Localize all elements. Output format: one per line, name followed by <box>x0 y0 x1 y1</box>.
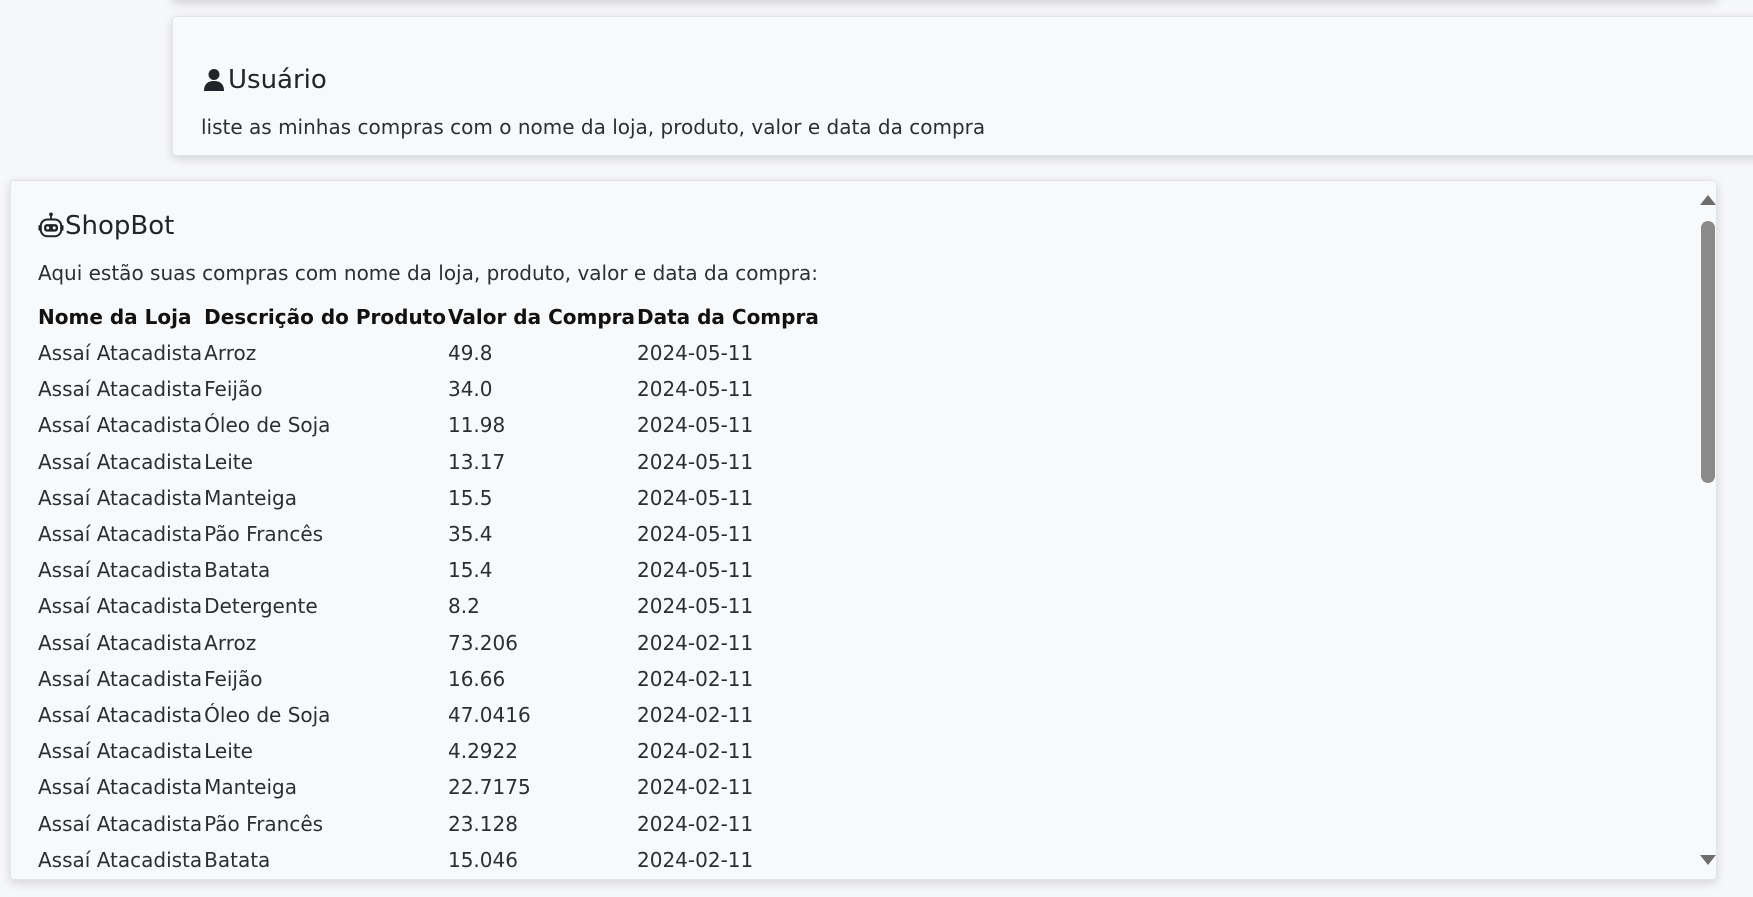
cell-date: 2024-05-11 <box>637 558 754 583</box>
cell-value: 16.66 <box>447 666 506 691</box>
column-header-product: Descrição do Produto <box>204 305 446 329</box>
bot-message-title: ShopBot <box>65 211 175 241</box>
cell-date: 2024-02-11 <box>637 702 754 727</box>
column-header-value: Valor da Compra <box>447 305 635 329</box>
table-row: Assaí Atacadista Pão Francês 35.4 2024-0… <box>38 516 821 552</box>
purchases-table-container: Nome da Loja Descrição do Produto Valor … <box>38 299 1678 878</box>
cell-store: Assaí Atacadista <box>38 847 203 872</box>
cell-value: 23.128 <box>447 811 518 836</box>
user-message-text: liste as minhas compras com o nome da lo… <box>201 115 986 139</box>
table-row: Assaí Atacadista Detergente 8.2 2024-05-… <box>38 588 821 624</box>
robot-icon <box>38 211 64 241</box>
cell-store: Assaí Atacadista <box>38 341 203 366</box>
column-header-store: Nome da Loja <box>38 305 192 329</box>
table-row: Assaí Atacadista Leite 4.2922 2024-02-11 <box>38 733 821 769</box>
cell-store: Assaí Atacadista <box>38 666 203 691</box>
cell-product: Pão Francês <box>204 522 324 547</box>
cell-store: Assaí Atacadista <box>38 702 203 727</box>
cell-date: 2024-02-11 <box>637 811 754 836</box>
bot-message-card[interactable]: ShopBot Aqui estão suas compras com nome… <box>10 180 1717 880</box>
table-row: Assaí Atacadista Manteiga 15.5 2024-05-1… <box>38 480 821 516</box>
cell-product: Batata <box>204 847 271 872</box>
cell-store: Assaí Atacadista <box>38 811 203 836</box>
cell-product: Óleo de Soja <box>204 413 331 438</box>
table-row: Assaí Atacadista Arroz 73.206 2024-02-11 <box>38 625 821 661</box>
cell-product: Pão Francês <box>204 811 324 836</box>
table-row: Assaí Atacadista Feijão 34.0 2024-05-11 <box>38 371 821 407</box>
table-header-row: Nome da Loja Descrição do Produto Valor … <box>38 299 821 335</box>
cell-date: 2024-05-11 <box>637 449 754 474</box>
cell-store: Assaí Atacadista <box>38 558 203 583</box>
table-row: Assaí Atacadista Leite 13.17 2024-05-11 <box>38 444 821 480</box>
cell-value: 49.8 <box>447 341 493 366</box>
cell-product: Manteiga <box>204 775 297 800</box>
cell-product: Leite <box>204 449 253 474</box>
cell-value: 13.17 <box>447 449 506 474</box>
cell-date: 2024-02-11 <box>637 775 754 800</box>
cell-store: Assaí Atacadista <box>38 522 203 547</box>
table-row: Assaí Atacadista Batata 15.4 2024-05-11 <box>38 552 821 588</box>
cell-value: 34.0 <box>447 377 493 402</box>
scroll-up-arrow-icon[interactable] <box>1700 195 1716 205</box>
user-message-card: Usuário liste as minhas compras com o no… <box>172 16 1753 156</box>
table-row: Assaí Atacadista Feijão 16.66 2024-02-11 <box>38 661 821 697</box>
cell-store: Assaí Atacadista <box>38 485 203 510</box>
table-row: Assaí Atacadista Óleo de Soja 11.98 2024… <box>38 407 821 443</box>
table-row: Assaí Atacadista Manteiga 22.7175 2024-0… <box>38 769 821 805</box>
user-message-title: Usuário <box>228 65 327 95</box>
cell-store: Assaí Atacadista <box>38 377 203 402</box>
table-row: Assaí Atacadista Arroz 49.8 2024-05-11 <box>38 335 821 371</box>
cell-date: 2024-05-11 <box>637 522 754 547</box>
cell-store: Assaí Atacadista <box>38 739 203 764</box>
cell-store: Assaí Atacadista <box>38 775 203 800</box>
cell-value: 11.98 <box>447 413 506 438</box>
cell-date: 2024-05-11 <box>637 341 754 366</box>
cell-date: 2024-02-11 <box>637 847 754 872</box>
cell-date: 2024-02-11 <box>637 666 754 691</box>
cell-store: Assaí Atacadista <box>38 594 203 619</box>
table-row: Assaí Atacadista Pão Francês 23.128 2024… <box>38 805 821 841</box>
cell-product: Arroz <box>204 341 257 366</box>
cell-store: Assaí Atacadista <box>38 413 203 438</box>
user-message-header: Usuário <box>201 63 327 97</box>
bot-message-header: ShopBot <box>38 209 174 243</box>
cell-store: Assaí Atacadista <box>38 449 203 474</box>
cell-value: 22.7175 <box>447 775 531 800</box>
cell-date: 2024-02-11 <box>637 630 754 655</box>
cell-product: Manteiga <box>204 485 297 510</box>
table-row: Assaí Atacadista Óleo de Soja 47.0416 20… <box>38 697 821 733</box>
chat-page: Usuário liste as minhas compras com o no… <box>0 0 1753 897</box>
cell-value: 35.4 <box>447 522 493 547</box>
cell-value: 15.046 <box>447 847 518 872</box>
purchases-table: Nome da Loja Descrição do Produto Valor … <box>38 299 821 878</box>
cell-value: 47.0416 <box>447 702 531 727</box>
person-icon <box>201 65 227 95</box>
column-header-date: Data da Compra <box>637 305 819 329</box>
cell-date: 2024-05-11 <box>637 485 754 510</box>
table-row: Assaí Atacadista Batata 15.046 2024-02-1… <box>38 842 821 878</box>
cell-product: Batata <box>204 558 271 583</box>
cell-product: Detergente <box>204 594 318 619</box>
cell-date: 2024-05-11 <box>637 377 754 402</box>
cell-value: 15.4 <box>447 558 493 583</box>
cell-product: Feijão <box>204 377 263 402</box>
cell-date: 2024-02-11 <box>637 739 754 764</box>
scroll-down-arrow-icon[interactable] <box>1700 855 1716 865</box>
cell-product: Óleo de Soja <box>204 702 331 727</box>
scrollbar-thumb[interactable] <box>1701 221 1715 483</box>
cell-date: 2024-05-11 <box>637 594 754 619</box>
cell-product: Leite <box>204 739 253 764</box>
vertical-scrollbar[interactable] <box>1696 181 1716 879</box>
cell-date: 2024-05-11 <box>637 413 754 438</box>
cell-store: Assaí Atacadista <box>38 630 203 655</box>
cell-value: 15.5 <box>447 485 493 510</box>
cell-value: 8.2 <box>447 594 480 619</box>
bot-message-text: Aqui estão suas compras com nome da loja… <box>38 261 818 285</box>
cell-product: Feijão <box>204 666 263 691</box>
cell-value: 4.2922 <box>447 739 518 764</box>
cell-value: 73.206 <box>447 630 518 655</box>
cell-product: Arroz <box>204 630 257 655</box>
